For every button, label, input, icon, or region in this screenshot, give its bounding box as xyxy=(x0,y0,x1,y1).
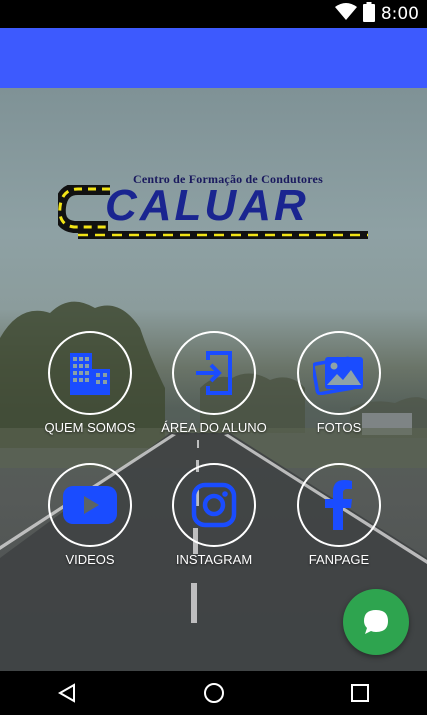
battery-icon xyxy=(362,1,375,27)
fotos-circle[interactable] xyxy=(297,331,381,415)
building-icon xyxy=(70,353,110,395)
logo-title: CALUAR xyxy=(105,181,309,230)
videos-label[interactable]: VIDEOS xyxy=(20,552,160,567)
back-icon xyxy=(57,683,75,703)
back-button[interactable] xyxy=(47,677,87,709)
area-aluno-circle[interactable] xyxy=(172,331,256,415)
instagram-icon xyxy=(191,482,237,528)
login-icon xyxy=(196,351,232,395)
instagram-label[interactable]: INSTAGRAM xyxy=(144,552,284,567)
home-button[interactable] xyxy=(194,677,234,709)
recents-icon xyxy=(351,684,369,702)
fanpage-circle[interactable] xyxy=(297,463,381,547)
photos-icon xyxy=(313,356,363,395)
chat-button[interactable] xyxy=(343,589,409,655)
quem-somos-circle[interactable] xyxy=(48,331,132,415)
app-bar xyxy=(0,28,427,88)
area-aluno-label[interactable]: ÁREA DO ALUNO xyxy=(144,420,284,435)
recents-button[interactable] xyxy=(340,677,380,709)
status-icons: 8:00 xyxy=(334,1,419,27)
fotos-label[interactable]: FOTOS xyxy=(269,420,409,435)
status-bar: 8:00 xyxy=(0,0,427,28)
youtube-icon xyxy=(63,486,117,524)
instagram-circle[interactable] xyxy=(172,463,256,547)
facebook-icon xyxy=(325,480,352,530)
fanpage-label[interactable]: FANPAGE xyxy=(269,552,409,567)
wifi-icon xyxy=(334,2,357,26)
home-icon xyxy=(204,683,224,703)
navigation-bar xyxy=(0,671,427,715)
status-time: 8:00 xyxy=(380,4,419,24)
home-screen: Centro de Formação de Condutores CALUAR … xyxy=(0,88,427,671)
chat-icon xyxy=(364,610,388,634)
quem-somos-label[interactable]: QUEM SOMOS xyxy=(20,420,160,435)
videos-circle[interactable] xyxy=(48,463,132,547)
